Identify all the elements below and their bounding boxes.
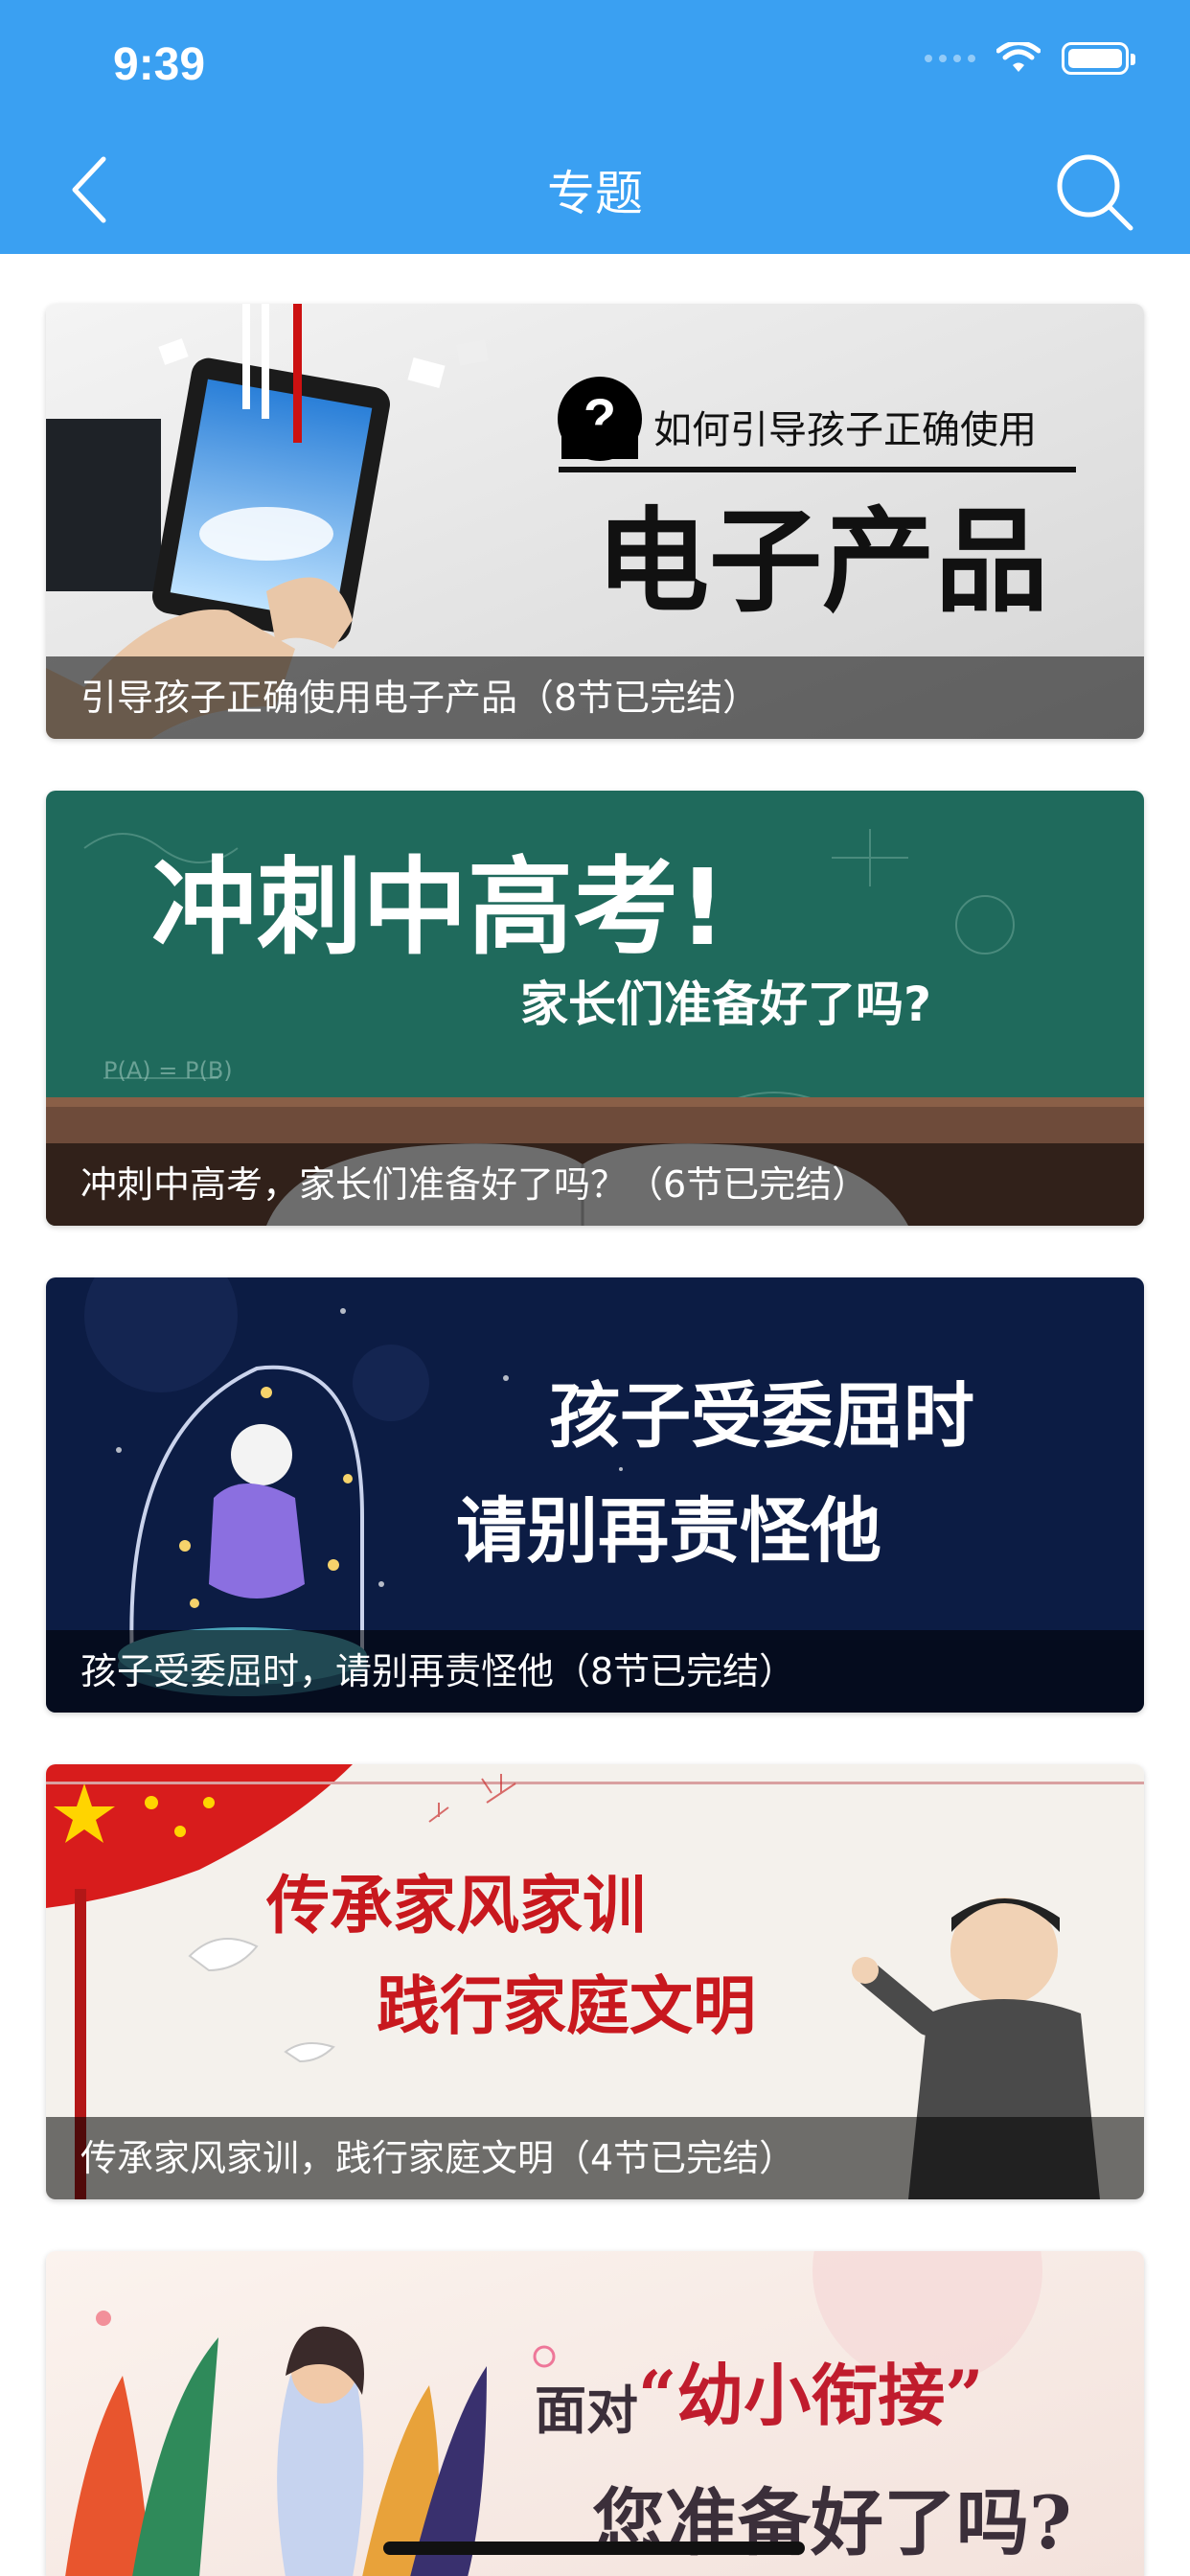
battery-icon bbox=[1062, 42, 1135, 75]
topic-card[interactable]: 孩子受委屈时 请别再责怪他 孩子受委屈时，请别再责怪他（8节已完结） bbox=[46, 1277, 1144, 1713]
signal-icon bbox=[925, 55, 975, 62]
top-navigation-bar: 9:39 专题 bbox=[0, 0, 1190, 254]
topic-caption: 传承家风家训，践行家庭文明（4节已完结） bbox=[46, 2117, 1144, 2199]
status-icons bbox=[925, 42, 1135, 75]
search-button[interactable] bbox=[1052, 150, 1138, 236]
topic-card[interactable]: 面对 “幼小衔接” 您准备好了吗? bbox=[46, 2251, 1144, 2576]
topic-caption: 冲刺中高考，家长们准备好了吗？（6节已完结） bbox=[46, 1143, 1144, 1226]
status-time: 9:39 bbox=[113, 39, 206, 90]
topic-list: ? 如何引导孩子正确使用 电子产品 引导孩子正确使用电子产品（8节已完结） P(… bbox=[46, 304, 1144, 2576]
banner-title: 电子产品 bbox=[596, 495, 1048, 628]
search-icon bbox=[1057, 154, 1133, 231]
banner-line2: 践行家庭文明 bbox=[377, 1969, 756, 2043]
wifi-icon bbox=[996, 42, 1041, 72]
topic-caption: 孩子受委屈时，请别再责怪他（8节已完结） bbox=[46, 1630, 1144, 1713]
banner-prefix: 面对 bbox=[535, 2380, 638, 2441]
banner-image: 面对 “幼小衔接” 您准备好了吗? bbox=[46, 2251, 1144, 2576]
banner-subtitle: 如何引导孩子正确使用 bbox=[653, 408, 1037, 452]
banner-line1: 孩子受委屈时 bbox=[549, 1375, 974, 1458]
topic-card[interactable]: 传承家风家训 践行家庭文明 传承家风家训，践行家庭文明（4节已完结） bbox=[46, 1764, 1144, 2199]
home-indicator[interactable] bbox=[383, 2542, 805, 2555]
banner-subtitle: 家长们准备好了吗? bbox=[520, 977, 931, 1032]
topic-card[interactable]: P(A) = P(B) 冲刺中高考! 家长们准备好了吗? 冲刺中高考，家长们准备… bbox=[46, 791, 1144, 1226]
topic-card[interactable]: ? 如何引导孩子正确使用 电子产品 引导孩子正确使用电子产品（8节已完结） bbox=[46, 304, 1144, 739]
svg-text:P(A) = P(B): P(A) = P(B) bbox=[103, 1057, 233, 1084]
page-title: 专题 bbox=[547, 166, 643, 221]
banner-line1: 传承家风家训 bbox=[265, 1869, 646, 1943]
banner-line2: 请别再责怪他 bbox=[456, 1490, 881, 1573]
banner-title: “幼小衔接” bbox=[638, 2356, 984, 2435]
topic-caption: 引导孩子正确使用电子产品（8节已完结） bbox=[46, 656, 1144, 739]
banner-title: 冲刺中高考! bbox=[151, 846, 726, 969]
